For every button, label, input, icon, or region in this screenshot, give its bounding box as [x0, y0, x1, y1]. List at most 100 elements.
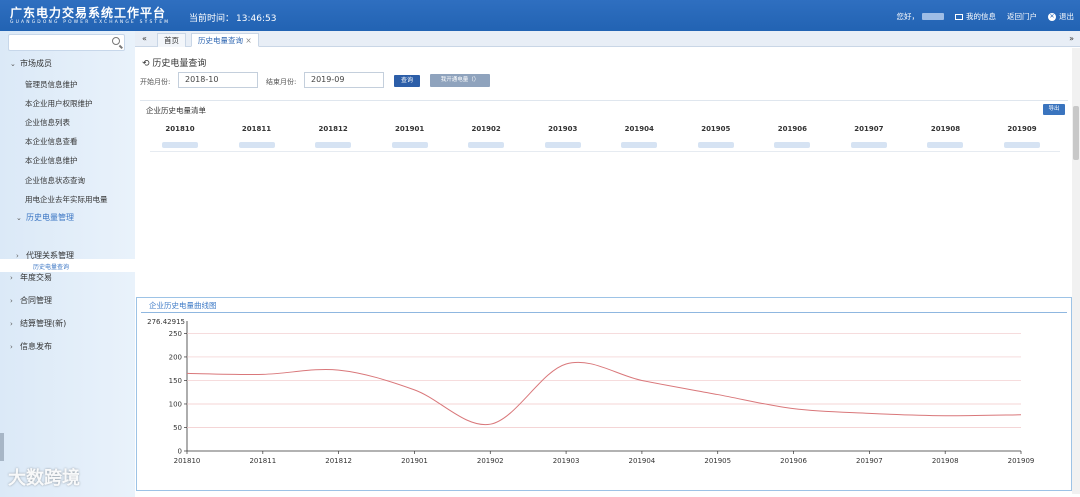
table-cell-redacted [621, 142, 658, 148]
sidebar-group-label: 信息发布 [20, 342, 52, 351]
chevron-right-icon: › [10, 320, 13, 328]
x-tick-label: 201904 [629, 457, 656, 465]
main-scrollbar[interactable] [1072, 48, 1080, 494]
table-header-cell: 201909 [1007, 125, 1037, 133]
greeting: 您好， [896, 12, 920, 21]
sidebar-item[interactable]: 企业信息状态查询 [25, 175, 85, 186]
sidebar-group-label: 年度交易 [20, 273, 52, 282]
app-subtitle: GUANGDONG POWER EXCHANGE SYSTEM [10, 20, 171, 25]
page-title: ⟲ 历史电量查询 [142, 56, 206, 69]
table-cell-redacted [1004, 142, 1040, 148]
export-button[interactable]: 导出 [1043, 104, 1065, 115]
refresh-icon: ⟲ [142, 59, 150, 69]
table-cell-redacted [774, 142, 811, 148]
chevron-down-icon: ⌄ [10, 60, 16, 68]
table-cell-redacted [468, 142, 505, 148]
x-tick-label: 201810 [174, 457, 201, 465]
end-month-label: 结束月份: [266, 78, 297, 86]
end-month-input[interactable]: 2019-09 [304, 72, 384, 88]
x-tick-label: 201903 [553, 457, 580, 465]
portal-link[interactable]: 返回门户 [1007, 11, 1037, 22]
sidebar-group-label: 代理关系管理 [26, 251, 74, 260]
history-line-chart: 276.42915 0 50 100 150 200 250 201810 201811 2018… [147, 318, 1035, 465]
sidebar: ⌄ 市场成员 管理员信息维护 本企业用户权限维护 企业信息列表 本企业信息查看 本… [0, 31, 135, 497]
list-title: 企业历史电量清单 [146, 106, 206, 115]
table-header-cell: 201901 [395, 125, 425, 133]
tab-history-query[interactable]: 历史电量查询 × [191, 33, 259, 47]
sidebar-item[interactable]: 企业信息列表 [25, 117, 70, 128]
sidebar-scrollbar[interactable] [0, 433, 4, 461]
sidebar-group-agent[interactable]: › 代理关系管理 [16, 250, 74, 261]
sidebar-group-label: 结算管理(新) [20, 319, 67, 328]
logout-label: 退出 [1059, 12, 1074, 21]
y-tick-label: 50 [173, 424, 182, 432]
sidebar-group-info[interactable]: › 信息发布 [10, 341, 52, 352]
history-list-panel: 企业历史电量清单 导出 201810 201811 201812 201901 2019… [140, 100, 1068, 288]
y-tick-label: 100 [169, 400, 182, 408]
chevron-right-icon: › [10, 297, 13, 305]
tab-home[interactable]: 首页 [157, 33, 186, 47]
close-icon[interactable]: × [245, 36, 251, 45]
x-tick-label: 201901 [401, 457, 428, 465]
sidebar-group-annual[interactable]: › 年度交易 [10, 272, 52, 283]
chart-panel: 企业历史电量曲线图 276.42915 0 50 100 150 200 250 201810… [136, 297, 1072, 491]
query-button[interactable]: 查询 [394, 75, 420, 87]
sidebar-group-contract[interactable]: › 合同管理 [10, 295, 52, 306]
sidebar-item[interactable]: 本企业用户权限维护 [25, 98, 93, 109]
sidebar-item[interactable]: 本企业信息查看 [25, 136, 78, 147]
chevron-right-icon: › [10, 274, 13, 282]
double-chevron-left-icon[interactable]: « [142, 34, 147, 43]
username-redacted [922, 13, 944, 20]
x-tick-label: 201811 [249, 457, 276, 465]
table-header-cell: 201810 [165, 125, 195, 133]
clock-label: 当前时间： [189, 14, 235, 24]
double-chevron-right-icon[interactable]: » [1069, 34, 1074, 43]
x-tick-label: 201812 [325, 457, 352, 465]
current-time: 当前时间： 13:46:53 [187, 11, 276, 24]
start-month-input[interactable]: 2018-10 [178, 72, 258, 88]
y-tick-label: 250 [169, 330, 182, 338]
chart-title: 企业历史电量曲线图 [149, 301, 217, 310]
table-cell-redacted [697, 142, 734, 148]
table-cell-redacted [850, 142, 887, 148]
my-info-label: 我的信息 [966, 12, 996, 21]
sidebar-item[interactable]: 管理员信息维护 [25, 79, 78, 90]
table-cell-redacted [391, 142, 428, 148]
table-header-cell: 201905 [701, 125, 731, 133]
x-tick-label: 201906 [780, 457, 807, 465]
x-tick-label: 201907 [856, 457, 883, 465]
sidebar-group-label: 历史电量管理 [26, 213, 74, 222]
search-icon[interactable] [112, 37, 120, 45]
y-axis-max-label: 276.42915 [147, 318, 185, 326]
sidebar-item[interactable]: 用电企业去年实际用电量 [25, 194, 108, 205]
tab-bar: « 首页 历史电量查询 × » [135, 31, 1080, 47]
sidebar-search-input[interactable] [8, 34, 125, 51]
table-header-cell: 201902 [471, 125, 501, 133]
sidebar-group-label: 合同管理 [20, 296, 52, 305]
table-cell-redacted [544, 142, 581, 148]
my-info-link[interactable]: 我的信息 [955, 11, 996, 22]
chart-title-rule [141, 312, 1067, 313]
table-header-cell: 201908 [930, 125, 961, 133]
main-content: ⟲ 历史电量查询 开始月份: 2018-10 结束月份: 2019-09 查询 … [136, 48, 1072, 494]
table-header-cell: 201907 [854, 125, 884, 133]
table-cell-redacted [238, 142, 275, 148]
user-area: 您好， 我的信息 返回门户 ✕ 退出 [897, 11, 1075, 22]
table-header-cell: 201906 [777, 125, 807, 133]
sidebar-item[interactable]: 本企业信息维护 [25, 155, 78, 166]
table-header-cell: 201904 [624, 125, 654, 133]
scrollbar-thumb[interactable] [1073, 106, 1079, 160]
sidebar-group-settlement[interactable]: › 结算管理(新) [10, 318, 66, 329]
envelope-icon [955, 13, 963, 20]
sidebar-item-history-query[interactable]: 历史电量查询 [33, 262, 69, 271]
logout-link[interactable]: ✕ 退出 [1048, 11, 1074, 22]
x-tick-label: 201909 [1008, 457, 1035, 465]
sidebar-group-label: 市场成员 [20, 59, 52, 68]
sidebar-group-members[interactable]: ⌄ 市场成员 [10, 58, 52, 69]
close-circle-icon: ✕ [1048, 12, 1056, 21]
portal-label: 返回门户 [1007, 12, 1037, 21]
history-table: 201810 201811 201812 201901 201902 201903 2019… [150, 122, 1060, 152]
open-electricity-button[interactable]: 我开通电量（） [430, 74, 490, 87]
y-tick-label: 150 [169, 377, 182, 385]
sidebar-group-history[interactable]: ⌄ 历史电量管理 [16, 212, 74, 223]
